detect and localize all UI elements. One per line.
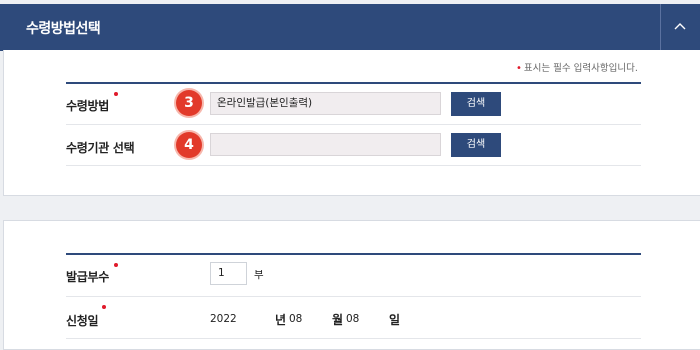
required-note: • 표시는 필수 입력사항입니다.	[516, 60, 638, 74]
row-divider	[66, 338, 641, 339]
required-note-text: 표시는 필수 입력사항입니다.	[523, 63, 638, 74]
required-mark-icon	[114, 92, 118, 96]
panel-header: 수령방법선택	[0, 4, 700, 51]
day-unit: 일	[389, 313, 401, 327]
receive-agency-label: 수령기관 선택	[66, 141, 135, 155]
panel-title: 수령방법선택	[26, 21, 101, 37]
receive-method-search-button[interactable]: 검색	[451, 92, 501, 116]
required-mark-icon	[114, 263, 118, 267]
receive-method-label: 수령방법	[66, 99, 109, 113]
issue-info-panel	[3, 220, 700, 350]
receive-agency-search-button[interactable]: 검색	[451, 133, 501, 157]
required-mark-icon	[102, 305, 106, 309]
year-unit: 년	[275, 313, 287, 327]
chevron-up-icon	[674, 23, 686, 30]
receive-agency-field[interactable]	[210, 133, 441, 156]
copies-label: 발급부수	[66, 270, 109, 284]
apply-year: 2022	[210, 313, 237, 325]
section-divider	[66, 82, 641, 84]
row-divider	[66, 124, 641, 125]
row-divider	[66, 165, 641, 166]
month-unit: 월	[332, 313, 344, 327]
copies-unit: 부	[254, 269, 264, 281]
copies-input[interactable]: 1	[210, 262, 247, 285]
row-divider	[66, 296, 641, 297]
apply-day: 08	[346, 313, 360, 325]
section-divider	[66, 253, 641, 255]
required-dot-icon: •	[516, 63, 522, 74]
step-badge-3: 3	[176, 90, 202, 116]
receive-method-field[interactable]: 온라인발급(본인출력)	[210, 92, 441, 115]
step-badge-4: 4	[176, 132, 202, 158]
collapse-button[interactable]	[660, 4, 700, 51]
apply-month: 08	[289, 313, 303, 325]
apply-date-label: 신청일	[66, 314, 99, 328]
